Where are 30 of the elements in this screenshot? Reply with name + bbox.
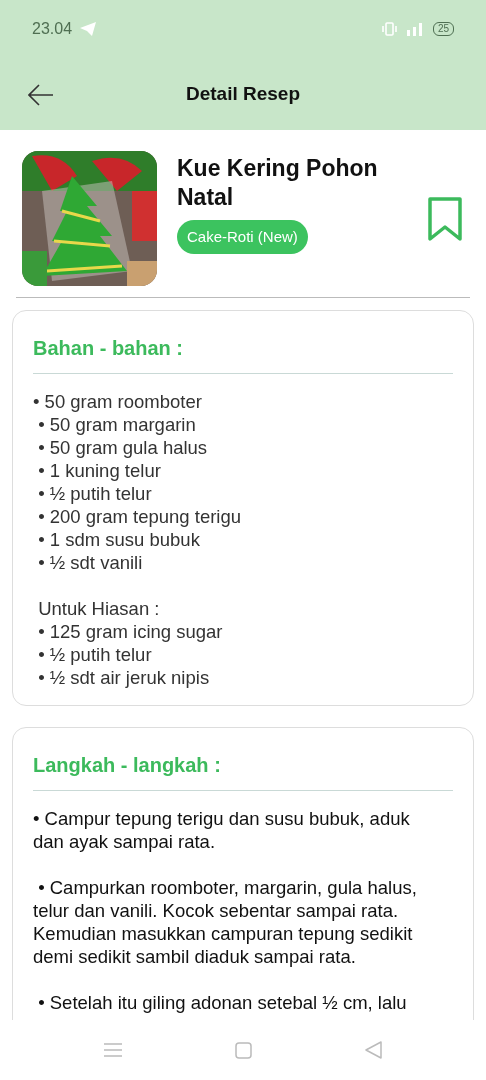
recipe-title: Kue Kering Pohon Natal bbox=[177, 154, 379, 212]
ingredient-line: • ½ putih telur bbox=[37, 482, 153, 505]
step-text: • Campurkan roomboter, margarin, gula halus, telur dan vanili. Kocok sebentar sampai rata. Kemudian masukkan campuran tepung sedikit demi sedikit sambil diaduk sampai rata. bbox=[33, 876, 418, 968]
section-heading: Bahan - bahan : bbox=[33, 333, 453, 374]
category-chip[interactable]: Cake-Roti (New) bbox=[177, 219, 308, 254]
ingredient-line: Untuk Hiasan : bbox=[37, 597, 161, 620]
step-text: • Campur tepung terigu dan susu bubuk, aduk dan ayak sampai rata. bbox=[33, 807, 411, 853]
ingredient-line: • 50 gram roomboter bbox=[33, 390, 203, 413]
back-icon[interactable] bbox=[364, 1041, 382, 1059]
menu-icon[interactable] bbox=[104, 1042, 123, 1058]
ingredient-line: • 1 sdm susu bubuk bbox=[37, 528, 201, 551]
status-time: 23.04 bbox=[32, 19, 73, 39]
signal-icon bbox=[404, 22, 425, 36]
ingredient-line: • 50 gram margarin bbox=[37, 413, 197, 436]
ingredient-line: • ½ putih telur bbox=[37, 643, 153, 666]
section-heading: Langkah - langkah : bbox=[33, 750, 453, 791]
home-icon[interactable] bbox=[235, 1041, 252, 1059]
battery-level: 25 bbox=[432, 22, 454, 36]
ingredient-line: • 200 gram tepung terigu bbox=[37, 505, 243, 528]
ingredient-line: • 125 gram icing sugar bbox=[37, 620, 224, 643]
vibrate-icon bbox=[381, 22, 397, 36]
ingredient-line: • 1 kuning telur bbox=[37, 459, 162, 482]
step-text: • Setelah itu giling adonan setebal ½ cm, lalu bbox=[37, 991, 408, 1014]
ingredient-line: • ½ sdt vanili bbox=[37, 551, 144, 574]
page-title: Detail Resep bbox=[184, 81, 301, 106]
ingredient-line: • 50 gram gula halus bbox=[37, 436, 209, 459]
bookmark-icon[interactable] bbox=[428, 197, 462, 241]
ingredient-line: • ½ sdt air jeruk nipis bbox=[37, 666, 211, 689]
back-button[interactable] bbox=[28, 82, 54, 106]
send-icon bbox=[80, 22, 97, 36]
